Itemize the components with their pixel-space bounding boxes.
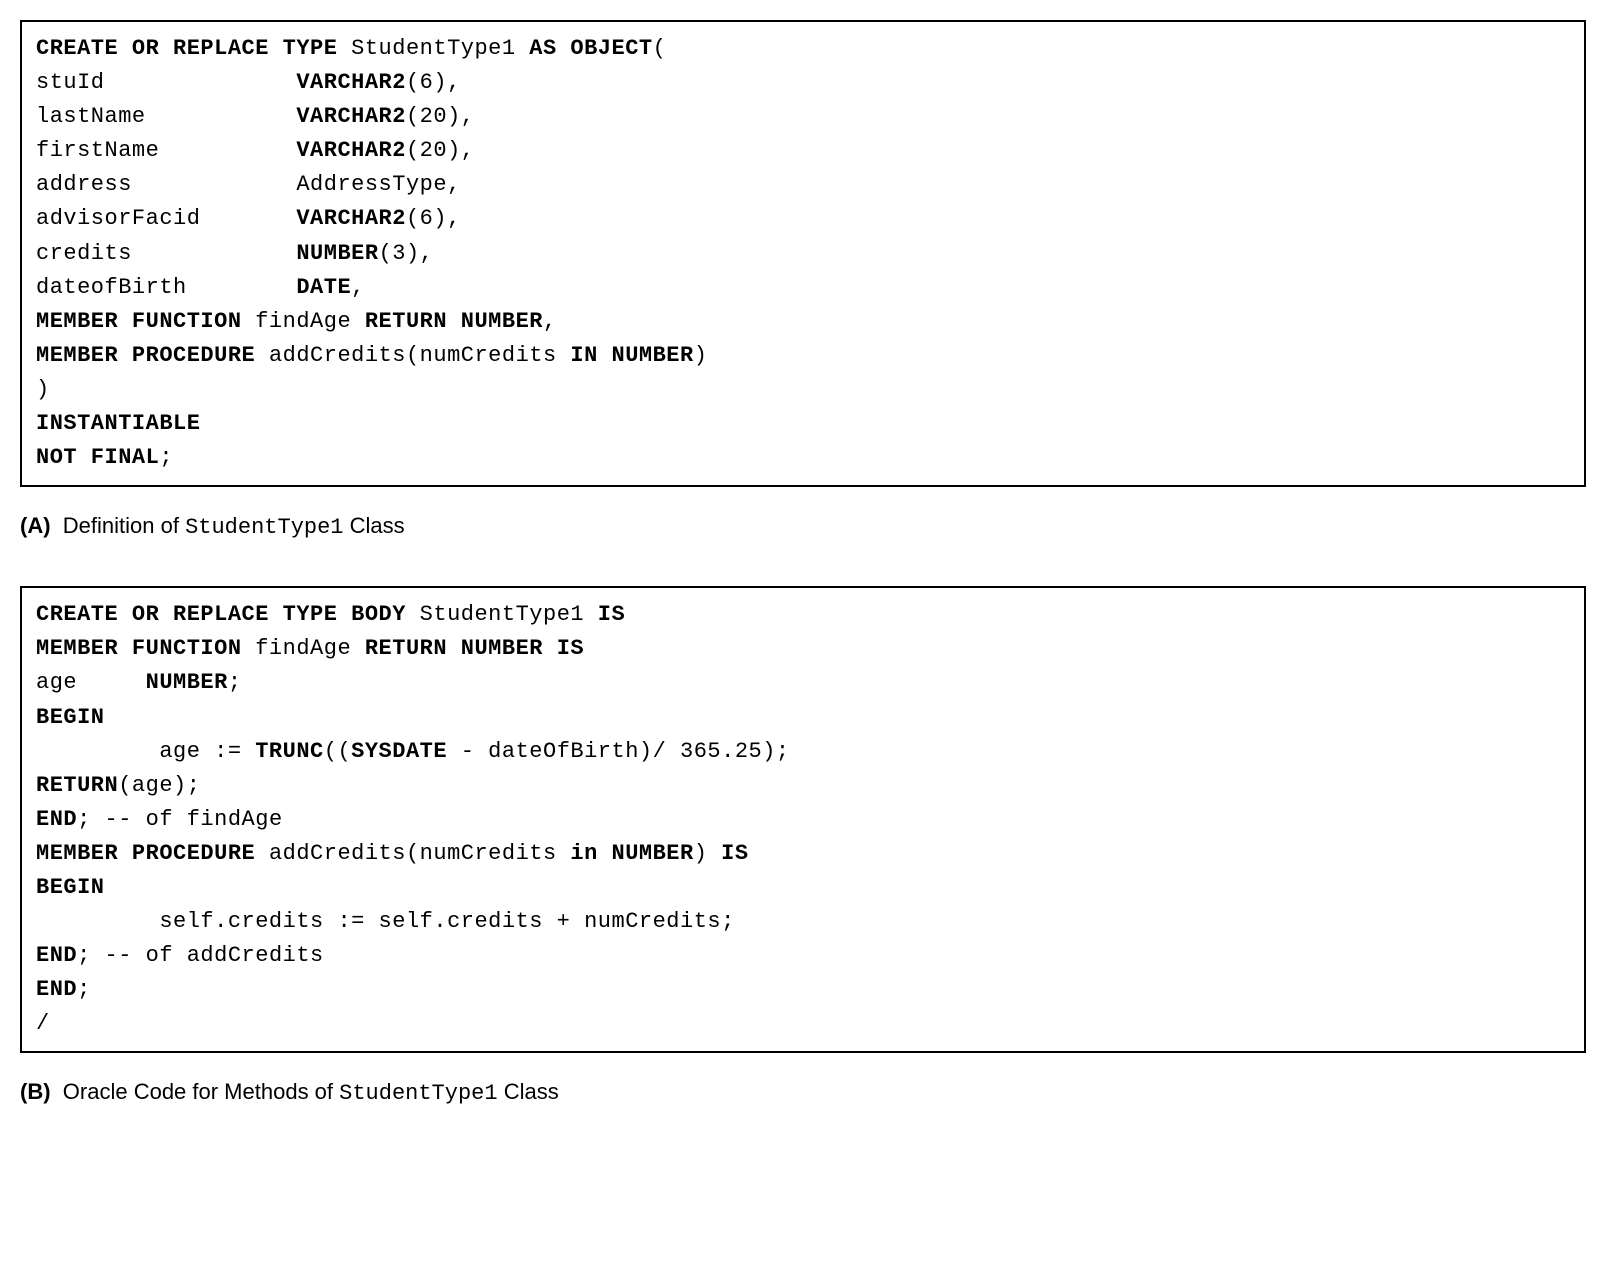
code-token: VARCHAR2 <box>296 206 406 231</box>
code-token: END <box>36 807 77 832</box>
code-token: dateofBirth <box>36 275 296 300</box>
code-token: (( <box>324 739 351 764</box>
caption-a-letter: (A) <box>20 513 51 538</box>
code-token: VARCHAR2 <box>296 70 406 95</box>
code-block-a: CREATE OR REPLACE TYPE StudentType1 AS O… <box>20 20 1586 487</box>
code-token: TRUNC <box>255 739 324 764</box>
code-token: CREATE OR REPLACE TYPE <box>36 36 351 61</box>
code-token: BEGIN <box>36 875 105 900</box>
code-token: END <box>36 977 77 1002</box>
caption-a-pre: Definition of <box>63 513 185 538</box>
code-token: MEMBER PROCEDURE <box>36 343 269 368</box>
code-token: VARCHAR2 <box>296 138 406 163</box>
code-token: NUMBER <box>296 241 378 266</box>
code-token: IS <box>707 841 748 866</box>
code-token: , <box>543 309 557 334</box>
code-token: END <box>36 943 77 968</box>
code-token: IS <box>584 602 625 627</box>
code-token: RETURN NUMBER <box>351 309 543 334</box>
code-block-b: CREATE OR REPLACE TYPE BODY StudentType1… <box>20 586 1586 1053</box>
code-token: StudentType1 <box>351 36 515 61</box>
code-token: VARCHAR2 <box>296 104 406 129</box>
code-token: DATE <box>296 275 351 300</box>
code-token: CREATE OR REPLACE TYPE BODY <box>36 602 420 627</box>
code-token: ) <box>694 841 708 866</box>
code-token: ( <box>653 36 667 61</box>
code-token: - dateOfBirth)/ 365.25); <box>447 739 790 764</box>
code-token: addCredits(numCredits <box>269 841 557 866</box>
code-token: RETURN NUMBER IS <box>351 636 584 661</box>
code-token: findAge <box>255 636 351 661</box>
caption-b-post: Class <box>498 1079 559 1104</box>
code-token: self.credits := self.credits + numCredit… <box>36 909 735 934</box>
code-token: NOT FINAL <box>36 445 159 470</box>
code-token: SYSDATE <box>351 739 447 764</box>
code-token: address AddressType, <box>36 172 461 197</box>
code-token: ; -- of findAge <box>77 807 283 832</box>
caption-b-letter: (B) <box>20 1079 51 1104</box>
code-token: , <box>351 275 365 300</box>
code-token: (age); <box>118 773 200 798</box>
code-token: ; <box>77 977 91 1002</box>
code-token: MEMBER PROCEDURE <box>36 841 269 866</box>
code-token: AS OBJECT <box>516 36 653 61</box>
code-token: ; <box>228 670 242 695</box>
code-token: NUMBER <box>146 670 228 695</box>
code-token: lastName <box>36 104 296 129</box>
code-token: / <box>36 1011 50 1036</box>
code-token: (20), <box>406 138 475 163</box>
code-token: credits <box>36 241 296 266</box>
caption-b: (B) Oracle Code for Methods of StudentTy… <box>20 1079 1586 1106</box>
code-token: ) <box>36 377 50 402</box>
caption-a: (A) Definition of StudentType1 Class <box>20 513 1586 540</box>
code-token: (20), <box>406 104 475 129</box>
caption-b-pre: Oracle Code for Methods of <box>63 1079 339 1104</box>
code-token: MEMBER FUNCTION <box>36 309 255 334</box>
code-token: (6), <box>406 206 461 231</box>
code-token: (6), <box>406 70 461 95</box>
caption-b-mono: StudentType1 <box>339 1081 497 1106</box>
code-token: addCredits(numCredits <box>269 343 557 368</box>
code-token: findAge <box>255 309 351 334</box>
code-token: firstName <box>36 138 296 163</box>
code-token: advisorFacid <box>36 206 296 231</box>
code-token: age <box>36 670 146 695</box>
code-token: ; <box>159 445 173 470</box>
code-token: ; -- of addCredits <box>77 943 324 968</box>
code-token: IN NUMBER <box>557 343 694 368</box>
code-token: MEMBER FUNCTION <box>36 636 255 661</box>
code-token: age := <box>36 739 255 764</box>
code-token: StudentType1 <box>420 602 584 627</box>
code-token: stuId <box>36 70 296 95</box>
code-token: RETURN <box>36 773 118 798</box>
code-token: INSTANTIABLE <box>36 411 200 436</box>
code-token: in NUMBER <box>557 841 694 866</box>
code-token: ) <box>694 343 708 368</box>
code-token: BEGIN <box>36 705 105 730</box>
caption-a-mono: StudentType1 <box>185 515 343 540</box>
caption-a-post: Class <box>344 513 405 538</box>
code-token: (3), <box>379 241 434 266</box>
